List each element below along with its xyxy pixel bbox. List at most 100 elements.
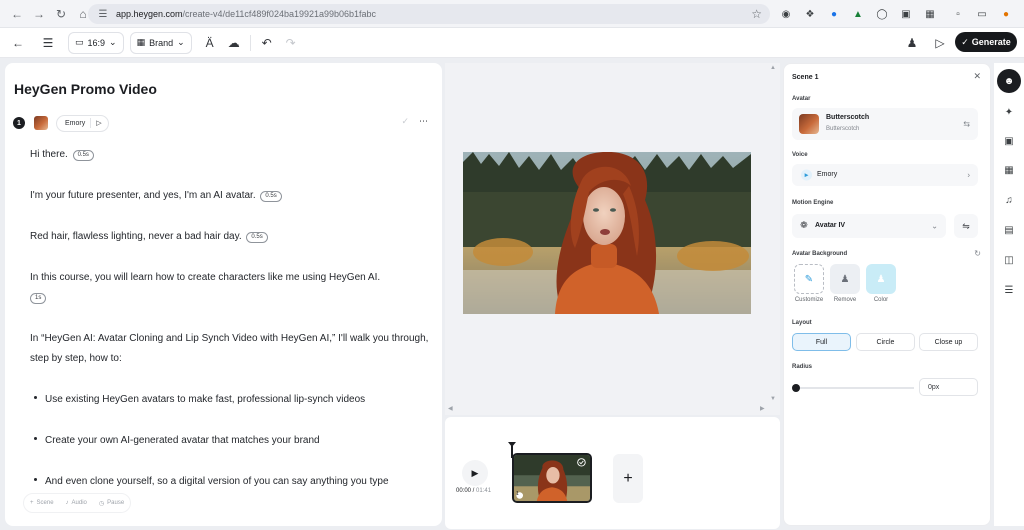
motion-settings-icon[interactable]: ⇋ <box>954 214 978 238</box>
add-scene-button[interactable]: + Scene <box>30 500 54 506</box>
preview-play-icon[interactable]: ▷ <box>928 31 952 55</box>
bullet-item: Create your own AI-generated avatar that… <box>30 431 435 451</box>
refresh-icon[interactable]: ↻ <box>974 249 981 258</box>
voice-card[interactable]: ▶ Emory › <box>792 164 978 186</box>
check-icon: ✓ <box>961 36 969 47</box>
background-remove[interactable]: ♟ Remove <box>829 264 861 303</box>
timeline-play-button[interactable]: ▶ <box>462 460 488 486</box>
current-time: 00:00 <box>456 488 472 494</box>
properties-panel: Scene 1 ✕ Avatar Butterscotch Butterscot… <box>783 63 991 526</box>
plus-icon: + <box>30 500 34 506</box>
ai-sparkle-icon[interactable]: ✦ <box>997 100 1021 124</box>
background-option-label: Remove <box>833 297 857 303</box>
menu-icon[interactable]: ☰ <box>36 31 60 55</box>
brand-icon: ▦ <box>136 37 146 47</box>
bullet-dot <box>34 437 37 440</box>
background-customize[interactable]: ✎ Customize <box>793 264 825 303</box>
add-pause-button[interactable]: ◷ Pause <box>99 500 124 507</box>
redo-icon[interactable]: ↷ <box>279 31 303 55</box>
clip-number: 1 <box>516 491 519 497</box>
extension-icon[interactable]: ▫ <box>948 4 968 24</box>
play-voice-icon[interactable]: ▶ <box>801 169 812 181</box>
layout-full-button[interactable]: Full <box>792 333 851 351</box>
browser-menu-icon[interactable]: ⋮ <box>1020 4 1024 24</box>
aspect-ratio-dropdown[interactable]: ▭ 16:9 ⌄ <box>68 31 124 54</box>
radius-slider-handle[interactable] <box>792 384 800 392</box>
layout-circle-button[interactable]: Circle <box>856 333 915 351</box>
pause-badge[interactable]: 1s <box>30 293 47 304</box>
elements-icon[interactable]: ▦ <box>997 158 1021 182</box>
more-options-icon[interactable]: ⋯ <box>419 116 428 127</box>
radius-input[interactable]: 0px <box>919 378 978 396</box>
pause-badge[interactable]: 0.5s <box>260 191 282 202</box>
pause-badge[interactable]: 0.5s <box>246 232 268 243</box>
canvas-handle-icon[interactable]: ▶ <box>760 405 765 412</box>
bullet-dot <box>34 396 37 399</box>
extension-icon[interactable]: ◯ <box>872 4 892 24</box>
script-paragraph: In “HeyGen AI: Avatar Cloning and Lip Sy… <box>30 329 435 369</box>
paragraph-text: Hi there. <box>30 149 68 160</box>
music-note-icon[interactable]: ♫ <box>997 188 1021 212</box>
video-title[interactable]: HeyGen Promo Video <box>14 81 157 97</box>
generate-button[interactable]: ✓ Generate <box>955 32 1017 52</box>
canvas-handle-icon[interactable]: ▲ <box>770 65 776 71</box>
swap-avatar-icon[interactable]: ⇆ <box>963 120 970 129</box>
cloud-save-icon[interactable]: ☁ <box>222 31 246 55</box>
pause-badge[interactable]: 0.5s <box>72 150 94 161</box>
url-path: /create-v4/de11cf489f024ba19921a99b06b1f… <box>182 9 377 19</box>
translate-icon[interactable]: Ä <box>198 31 222 55</box>
close-icon[interactable]: ✕ <box>973 71 981 82</box>
scene-clip[interactable] <box>512 453 592 503</box>
add-pause-label: Pause <box>107 500 125 506</box>
bullet-text: And even clone yourself, so a digital ve… <box>45 476 389 487</box>
forward-icon[interactable]: → <box>28 3 50 25</box>
insert-toolbar: + Scene ♪ Audio ◷ Pause <box>23 493 132 513</box>
address-bar[interactable]: ☰ app.heygen.com/create-v4/de11cf489f024… <box>88 4 770 24</box>
canvas-handle-icon[interactable]: ◀ <box>448 405 453 412</box>
back-arrow-icon[interactable]: ← <box>6 31 30 55</box>
reload-icon[interactable]: ↻ <box>50 3 72 25</box>
undo-icon[interactable]: ↶ <box>255 31 279 55</box>
canvas-handle-icon[interactable]: ▼ <box>770 396 776 402</box>
avatar-tool-icon[interactable]: ☻ <box>997 69 1021 93</box>
extension-icon[interactable]: ▣ <box>896 4 916 24</box>
check-icon[interactable]: ✓ <box>401 116 409 127</box>
script-paragraph: Hi there. 0.5s <box>30 145 435 165</box>
script-editor[interactable]: Hi there. 0.5s I'm your future presenter… <box>30 145 435 513</box>
add-scene-plus-button[interactable]: + <box>613 454 643 503</box>
extension-icon[interactable]: ▭ <box>972 4 992 24</box>
puzzle-icon[interactable]: ▦ <box>920 4 940 24</box>
add-audio-button[interactable]: ♪ Audio <box>66 500 87 506</box>
extension-icon[interactable]: ❖ <box>800 4 820 24</box>
play-voice-icon[interactable]: ▷ <box>96 119 101 127</box>
brand-dropdown[interactable]: ▦ Brand ⌄ <box>129 31 192 54</box>
captions-icon[interactable]: ▤ <box>997 218 1021 242</box>
voice-selector[interactable]: Emory ▷ <box>56 114 109 132</box>
panel-title: Scene 1 <box>792 74 819 81</box>
media-image-icon[interactable]: ▣ <box>997 129 1021 153</box>
layers-icon[interactable]: ☰ <box>997 278 1021 302</box>
background-color[interactable]: ♟ Color <box>865 264 897 303</box>
motion-engine-value: Avatar IV <box>815 222 846 229</box>
avatar-section-label: Avatar <box>792 96 811 102</box>
radius-slider-track[interactable] <box>796 387 914 389</box>
bookmark-star-icon[interactable]: ☆ <box>751 7 762 21</box>
bullet-text: Use existing HeyGen avatars to make fast… <box>45 394 366 405</box>
script-paragraph: Red hair, flawless lighting, never a bad… <box>30 227 435 247</box>
extension-icon[interactable]: ▲ <box>848 4 868 24</box>
person-silhouette-icon: ♟ <box>830 264 860 294</box>
site-settings-icon[interactable]: ☰ <box>96 7 110 21</box>
avatar-thumbnail[interactable] <box>34 116 48 130</box>
script-paragraph: In this course, you will learn how to cr… <box>30 268 435 308</box>
extensions-row: ◉ ❖ ● ▲ ◯ ▣ ▦ ▫ ▭ ● ⋮ <box>776 4 1024 24</box>
templates-grid-icon[interactable]: ◫ <box>997 248 1021 272</box>
profile-icon[interactable]: ● <box>996 4 1016 24</box>
motion-engine-dropdown[interactable]: ❁ Avatar IV ⌄ <box>792 214 946 238</box>
extension-icon[interactable]: ◉ <box>776 4 796 24</box>
avatar-card[interactable]: Butterscotch Butterscotch ⇆ <box>792 108 978 140</box>
video-preview[interactable] <box>463 152 751 314</box>
add-collaborator-icon[interactable]: ♟ <box>900 31 924 55</box>
back-icon[interactable]: ← <box>6 3 28 25</box>
layout-closeup-button[interactable]: Close up <box>919 333 978 351</box>
extension-icon[interactable]: ● <box>824 4 844 24</box>
